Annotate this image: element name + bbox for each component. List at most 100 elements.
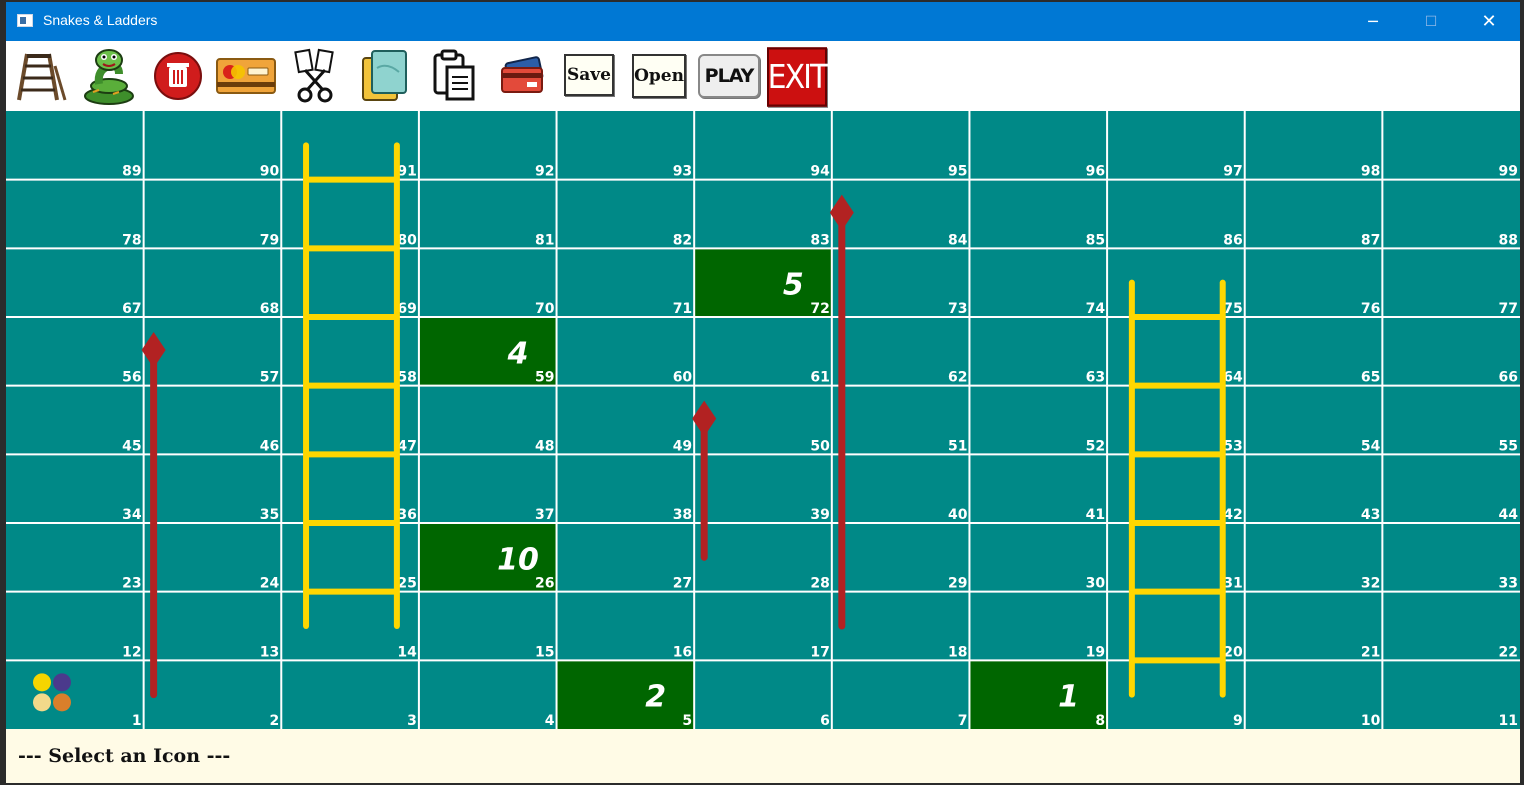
square-number: 94 (810, 164, 830, 180)
title-bar[interactable]: Snakes & Ladders ─ ☐ ✕ (6, 2, 1520, 41)
square-number: 6 (820, 713, 830, 729)
square-number: 48 (535, 438, 554, 454)
square-number: 9 (1233, 713, 1243, 729)
square-number: 17 (810, 644, 829, 660)
square-number: 83 (810, 232, 829, 248)
paste-tool-icon (433, 49, 475, 101)
square-number: 39 (810, 507, 829, 523)
square-number: 35 (260, 507, 279, 523)
special-square-value: 2 (645, 680, 666, 715)
square-number: 67 (122, 301, 141, 317)
square-number: 69 (397, 301, 416, 317)
ladder-tool-button[interactable] (14, 46, 70, 106)
app-icon (17, 14, 33, 27)
square-number: 19 (1086, 644, 1105, 660)
close-button[interactable]: ✕ (1460, 2, 1518, 41)
copy-tool-icon (362, 50, 407, 101)
square-number: 11 (1499, 713, 1518, 729)
square-number: 58 (397, 370, 416, 386)
square-number: 59 (535, 370, 554, 386)
ladder-tool-icon (17, 53, 67, 101)
square-number: 15 (535, 644, 554, 660)
square-number: 47 (397, 438, 416, 454)
square-number: 40 (948, 507, 968, 523)
square-number: 87 (1361, 232, 1380, 248)
player-token[interactable] (33, 693, 51, 712)
square-number: 61 (810, 370, 829, 386)
game-board[interactable]: 2 11045 1 2 3 4 5 6 7 8 9 10 1112 13 14 15 16 17 18 19 20 21… (6, 111, 1520, 729)
window-title: Snakes & Ladders (43, 12, 158, 28)
square-number: 62 (948, 370, 967, 386)
square-number: 60 (673, 370, 693, 386)
special-square[interactable] (556, 660, 695, 729)
paste-tool-button[interactable] (428, 46, 478, 106)
minimize-button[interactable]: ─ (1344, 2, 1402, 41)
square-number: 45 (122, 438, 141, 454)
square-number: 2 (270, 713, 280, 729)
square-number: 95 (948, 164, 967, 180)
square-number: 91 (397, 164, 416, 180)
open-button[interactable]: Open (632, 54, 686, 98)
cut-tool-icon (294, 48, 334, 103)
square-number: 97 (1223, 164, 1242, 180)
square-number: 68 (260, 301, 279, 317)
square-number: 51 (948, 438, 967, 454)
square-number: 63 (1086, 370, 1105, 386)
square-number: 7 (958, 713, 968, 729)
square-number: 82 (673, 232, 692, 248)
square-number: 92 (535, 164, 554, 180)
square-number: 73 (948, 301, 967, 317)
delete-tool-button[interactable] (152, 46, 204, 106)
board-background (6, 111, 1520, 729)
special-square-tool-icon (216, 58, 276, 94)
square-number: 90 (260, 164, 280, 180)
square-number: 14 (397, 644, 417, 660)
square-number: 8 (1095, 713, 1105, 729)
player-token[interactable] (33, 673, 51, 692)
player-token[interactable] (53, 693, 71, 712)
status-text: --- Select an Icon --- (18, 745, 231, 767)
square-number: 84 (948, 232, 968, 248)
square-number: 89 (122, 164, 141, 180)
copy-tool-button[interactable] (358, 46, 412, 106)
square-number: 96 (1086, 164, 1105, 180)
square-number: 5 (682, 713, 692, 729)
square-number: 77 (1499, 301, 1518, 317)
square-number: 78 (122, 232, 141, 248)
square-number: 31 (1223, 576, 1242, 592)
square-number: 71 (673, 301, 692, 317)
square-number: 64 (1223, 370, 1243, 386)
square-number: 16 (673, 644, 692, 660)
square-number: 98 (1361, 164, 1380, 180)
square-number: 18 (948, 644, 967, 660)
save-button[interactable]: Save (564, 54, 614, 96)
square-number: 21 (1361, 644, 1380, 660)
square-number: 50 (810, 438, 830, 454)
square-number: 22 (1499, 644, 1518, 660)
square-number: 30 (1086, 576, 1106, 592)
square-number: 20 (1223, 644, 1243, 660)
square-number: 81 (535, 232, 554, 248)
cut-tool-button[interactable] (290, 46, 340, 106)
square-number: 57 (260, 370, 279, 386)
square-number: 46 (260, 438, 279, 454)
square-number: 88 (1499, 232, 1518, 248)
square-number: 33 (1499, 576, 1518, 592)
square-number: 3 (407, 713, 417, 729)
square-number: 36 (397, 507, 416, 523)
special-square[interactable] (969, 660, 1108, 729)
play-button[interactable]: PLAY (698, 54, 760, 98)
square-number: 53 (1223, 438, 1242, 454)
cards-tool-button[interactable] (496, 46, 548, 106)
square-number: 56 (122, 370, 141, 386)
square-number: 99 (1499, 164, 1518, 180)
exit-button[interactable]: EXIT (767, 47, 828, 107)
special-square-tool-button[interactable] (215, 46, 277, 106)
square-number: 41 (1086, 507, 1105, 523)
player-token[interactable] (53, 673, 71, 692)
square-number: 24 (260, 576, 280, 592)
snake-tool-button[interactable] (78, 46, 140, 106)
square-number: 10 (1361, 713, 1381, 729)
special-square-value: 4 (507, 336, 529, 371)
maximize-button[interactable]: ☐ (1402, 2, 1460, 41)
